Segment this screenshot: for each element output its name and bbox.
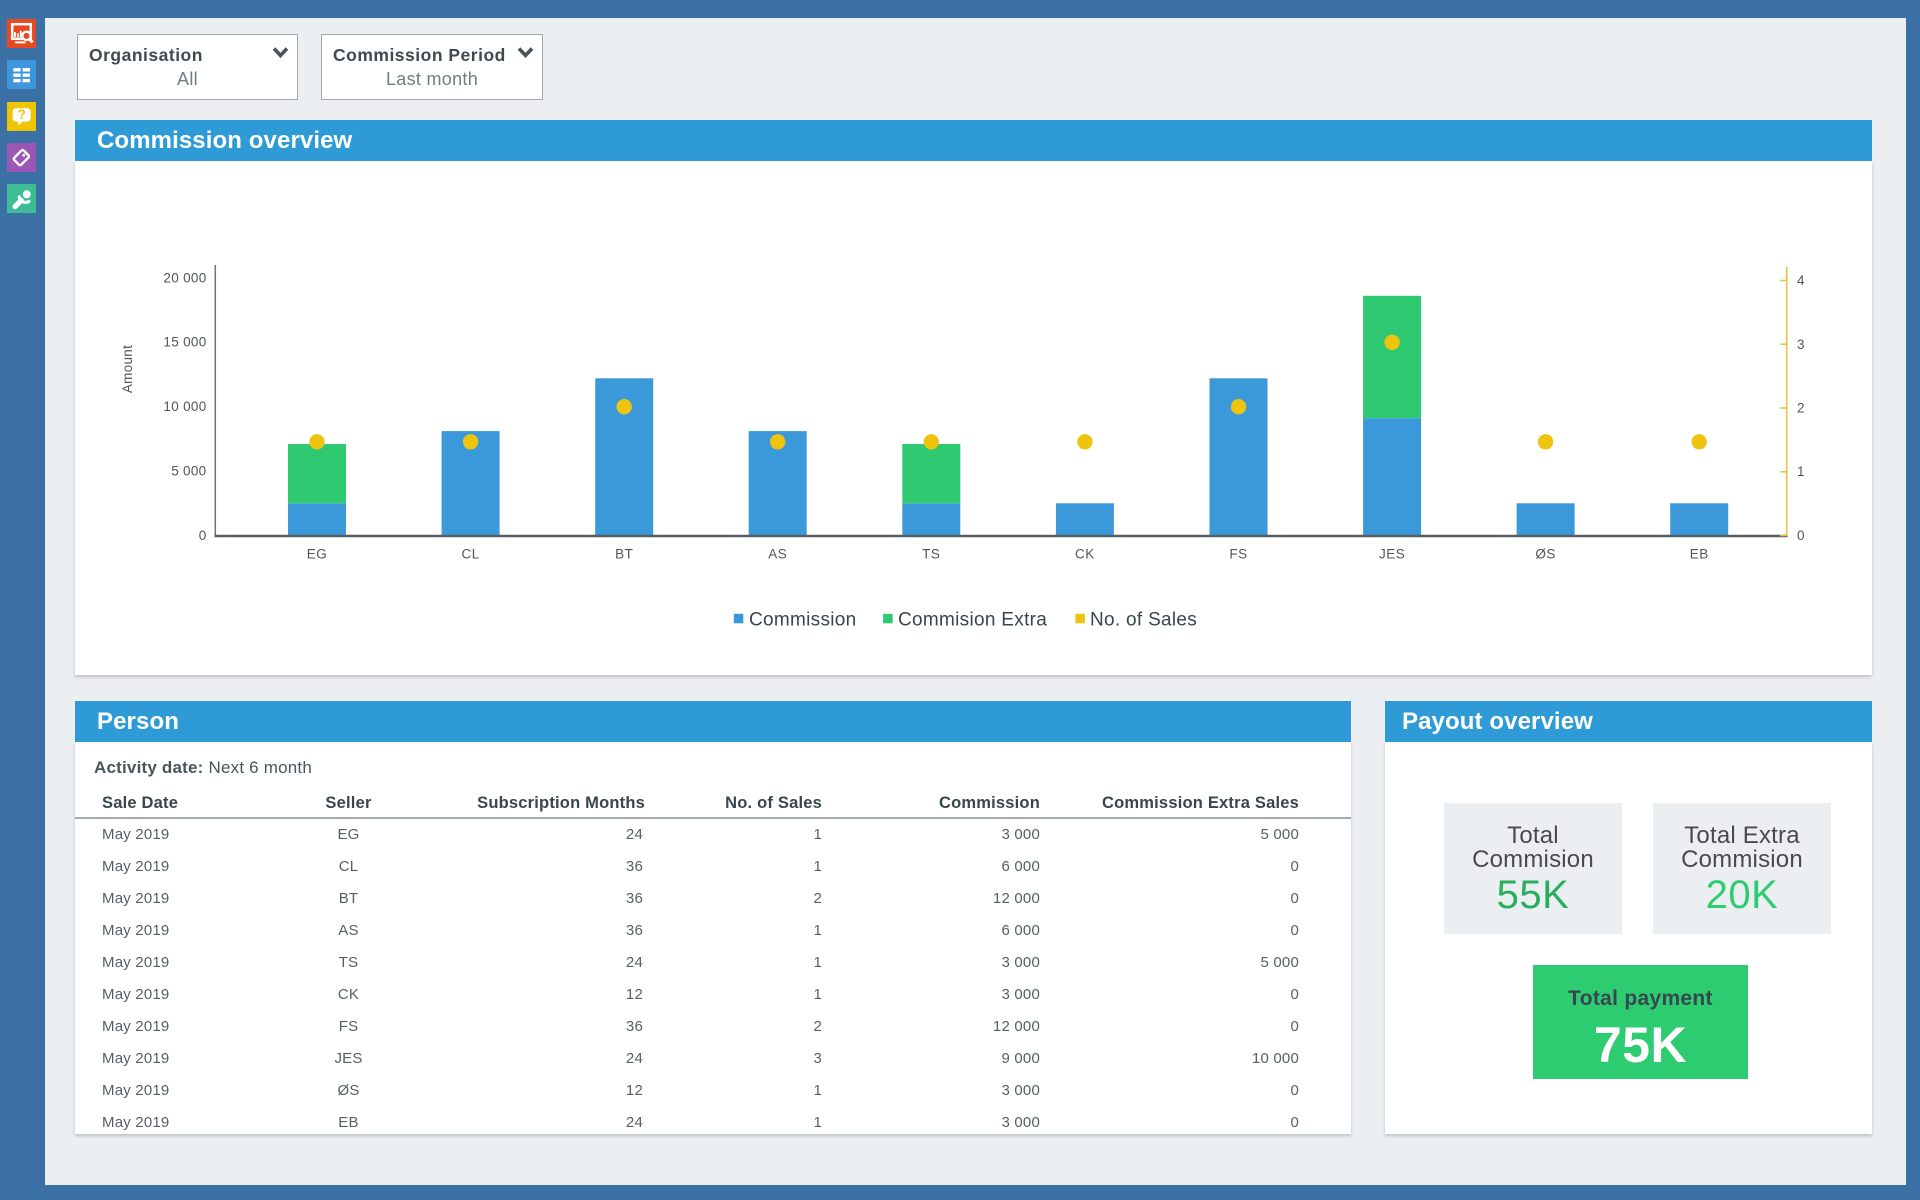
- svg-text:3: 3: [1797, 337, 1805, 352]
- svg-text:Commision Extra: Commision Extra: [898, 610, 1047, 631]
- svg-text:JES: JES: [1379, 547, 1405, 562]
- svg-text:0: 0: [1797, 528, 1805, 543]
- svg-text:AS: AS: [768, 547, 787, 562]
- svg-text:5 000: 5 000: [171, 464, 206, 479]
- svg-text:FS: FS: [1229, 547, 1247, 562]
- svg-text:1: 1: [1797, 464, 1805, 479]
- svg-text:Amount: Amount: [120, 345, 135, 393]
- svg-text:EG: EG: [307, 547, 328, 562]
- svg-text:0: 0: [199, 528, 207, 543]
- svg-text:No. of Sales: No. of Sales: [1090, 610, 1197, 631]
- svg-text:ØS: ØS: [1535, 547, 1556, 562]
- svg-text:?: ?: [17, 107, 25, 122]
- svg-text:10 000: 10 000: [163, 399, 206, 414]
- svg-text:CK: CK: [1075, 547, 1095, 562]
- svg-text:Commission: Commission: [749, 610, 857, 631]
- svg-text:EB: EB: [1690, 547, 1709, 562]
- svg-text:2: 2: [1797, 401, 1805, 416]
- svg-text:20 000: 20 000: [163, 270, 206, 285]
- svg-text:BT: BT: [615, 547, 633, 562]
- svg-text:TS: TS: [922, 547, 940, 562]
- svg-text:4: 4: [1797, 273, 1805, 288]
- svg-text:CL: CL: [461, 547, 479, 562]
- svg-text:15 000: 15 000: [163, 335, 206, 350]
